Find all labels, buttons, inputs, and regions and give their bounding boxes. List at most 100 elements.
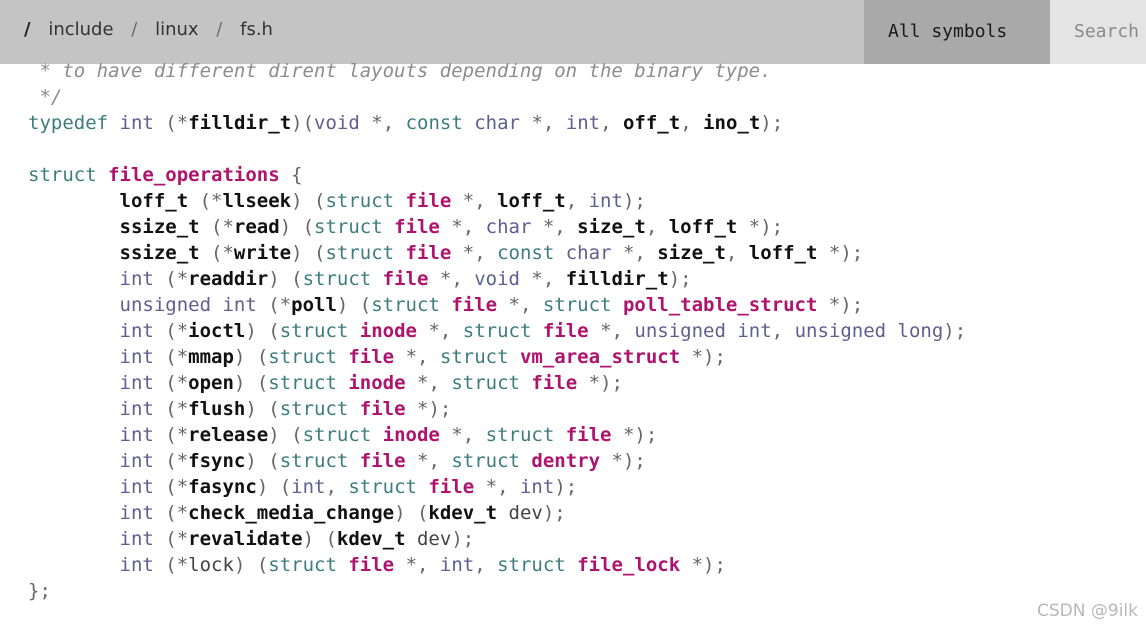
code-identifier: write xyxy=(233,242,292,264)
code-punctuation xyxy=(28,268,120,290)
code-symbol-link[interactable]: poll_table_struct xyxy=(623,294,817,316)
code-identifier: mmap xyxy=(188,346,234,368)
code-punctuation: ); xyxy=(668,268,692,290)
code-line: int (*open) (struct inode *, struct file… xyxy=(28,370,1138,396)
code-identifier: flush xyxy=(188,398,246,420)
code-punctuation xyxy=(28,554,120,576)
code-symbol-link[interactable]: file xyxy=(360,450,406,472)
code-type: int xyxy=(119,372,154,394)
code-symbol-link[interactable]: vm_area_struct xyxy=(520,346,680,368)
code-keyword: struct xyxy=(279,450,349,472)
code-line: int (*lock) (struct file *, int, struct … xyxy=(28,552,1138,578)
code-punctuation: , xyxy=(565,190,589,212)
code-symbol-link[interactable]: file xyxy=(406,242,452,264)
all-symbols-selector[interactable]: All symbols xyxy=(864,0,1050,64)
breadcrumb-item-include[interactable]: include xyxy=(48,19,113,40)
code-symbol-link[interactable]: file xyxy=(451,294,497,316)
code-line: int (*revalidate) (kdev_t dev); xyxy=(28,526,1138,552)
code-symbol-link[interactable]: file_lock xyxy=(577,554,680,576)
code-symbol-link[interactable]: file xyxy=(360,398,406,420)
code-punctuation: *); xyxy=(680,554,726,576)
code-identifier: open xyxy=(188,372,234,394)
code-keyword: struct xyxy=(451,450,520,472)
code-type: int xyxy=(119,112,154,134)
code-punctuation: ) ( xyxy=(233,372,269,394)
code-identifier: loff_t xyxy=(748,242,818,264)
code-keyword: struct xyxy=(325,242,395,264)
code-symbol-link[interactable]: file xyxy=(406,190,452,212)
code-punctuation: (* xyxy=(153,320,189,342)
code-punctuation: (* xyxy=(153,450,189,472)
code-punctuation: *, xyxy=(439,216,486,238)
code-punctuation xyxy=(28,346,120,368)
code-identifier: kdev_t xyxy=(428,502,498,524)
code-identifier: ssize_t xyxy=(119,216,200,238)
code-keyword: struct xyxy=(314,216,383,238)
code-punctuation: *, xyxy=(394,554,440,576)
code-punctuation: (* xyxy=(153,424,189,446)
code-symbol-link[interactable]: inode xyxy=(360,320,417,342)
code-punctuation: ) ( xyxy=(279,216,315,238)
code-comment: * to have different dirent layouts depen… xyxy=(28,60,772,82)
code-punctuation xyxy=(348,320,359,342)
code-identifier: ssize_t xyxy=(119,242,200,264)
code-line: * to have different dirent layouts depen… xyxy=(28,58,1138,84)
code-punctuation: *, xyxy=(497,294,543,316)
code-punctuation xyxy=(337,372,348,394)
code-punctuation: *, xyxy=(405,450,452,472)
code-punctuation: ) ( xyxy=(245,398,280,420)
code-type: int xyxy=(565,112,601,134)
code-punctuation xyxy=(371,424,382,446)
code-symbol-link[interactable]: file_operations xyxy=(108,164,280,186)
code-type: int xyxy=(119,346,154,368)
code-punctuation xyxy=(520,372,531,394)
code-identifier: ino_t xyxy=(703,112,761,134)
code-symbol-link[interactable]: file xyxy=(383,268,429,290)
code-line: ssize_t (*read) (struct file *, char *, … xyxy=(28,214,1138,240)
code-punctuation: ) ( xyxy=(245,450,280,472)
code-punctuation xyxy=(383,216,394,238)
code-punctuation: (* xyxy=(199,216,234,238)
code-identifier: filldir_t xyxy=(188,112,292,134)
search-input[interactable]: Search xyxy=(1050,0,1146,64)
code-punctuation xyxy=(28,476,120,498)
code-symbol-link[interactable]: file xyxy=(428,476,474,498)
code-type: int xyxy=(588,190,623,212)
code-symbol-link[interactable]: inode xyxy=(348,372,405,394)
code-identifier: release xyxy=(188,424,269,446)
breadcrumb-item-current-file[interactable]: fs.h xyxy=(240,19,273,40)
code-symbol-link[interactable]: file xyxy=(348,346,394,368)
code-line: int (*fasync) (int, struct file *, int); xyxy=(28,474,1138,500)
code-symbol-link[interactable]: file xyxy=(531,372,577,394)
code-punctuation xyxy=(520,450,531,472)
code-symbol-link[interactable]: file xyxy=(543,320,589,342)
code-type: int xyxy=(519,476,555,498)
code-type: int xyxy=(119,450,154,472)
code-type: int xyxy=(119,502,154,524)
code-keyword: struct xyxy=(462,320,532,342)
code-keyword: struct xyxy=(451,372,520,394)
breadcrumb-root-link[interactable]: / xyxy=(24,19,31,40)
code-line: int (*ioctl) (struct inode *, struct fil… xyxy=(28,318,1138,344)
code-symbol-link[interactable]: file xyxy=(394,216,440,238)
code-punctuation: *); xyxy=(405,398,452,420)
code-line: int (*release) (struct inode *, struct f… xyxy=(28,422,1138,448)
code-symbol-link[interactable]: inode xyxy=(383,424,440,446)
code-type: int xyxy=(439,554,475,576)
code-punctuation: ); xyxy=(622,190,646,212)
code-punctuation xyxy=(337,346,348,368)
code-punctuation: ) ( xyxy=(256,476,292,498)
code-punctuation: * xyxy=(176,112,189,134)
code-identifier: kdev_t xyxy=(336,528,406,550)
code-keyword: typedef xyxy=(28,112,109,134)
code-line: int (*mmap) (struct file *, struct vm_ar… xyxy=(28,344,1138,370)
code-identifier: read xyxy=(233,216,280,238)
code-punctuation: }; xyxy=(28,580,51,602)
code-symbol-link[interactable]: file xyxy=(348,554,394,576)
code-keyword: struct xyxy=(302,268,372,290)
code-symbol-link[interactable]: dentry xyxy=(531,450,600,472)
code-identifier: off_t xyxy=(622,112,681,134)
breadcrumb-item-linux[interactable]: linux xyxy=(155,19,198,40)
code-symbol-link[interactable]: file xyxy=(566,424,612,446)
code-keyword: const xyxy=(405,112,463,134)
